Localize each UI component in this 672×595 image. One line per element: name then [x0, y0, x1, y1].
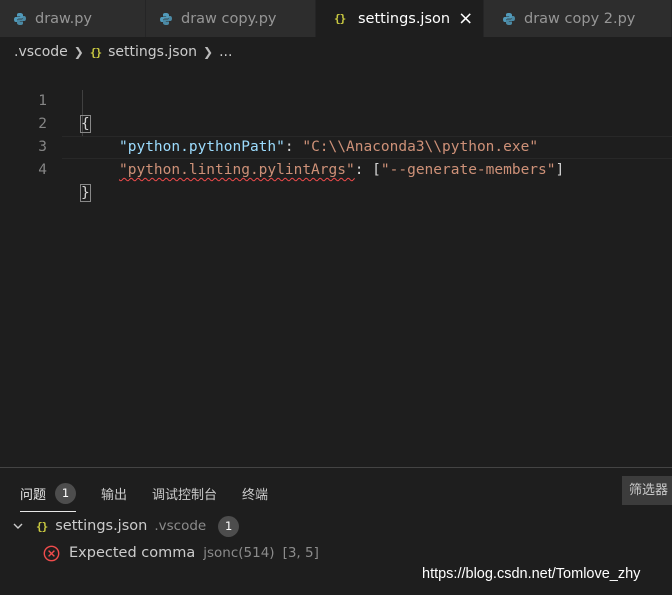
vscode-window: draw.py draw copy.py {} settings.json × — [0, 0, 672, 595]
tab-settings-json[interactable]: {} settings.json × — [316, 0, 484, 37]
problem-location: [3, 5] — [282, 545, 319, 561]
group-folder-name: .vscode — [154, 518, 207, 534]
filter-input[interactable]: 筛选器 — [622, 476, 672, 505]
code-line: 1 { — [0, 67, 672, 133]
json-icon: {} — [36, 519, 48, 533]
watermark-text: https://blog.csdn.net/Tomlove_zhy — [422, 566, 641, 582]
problem-count-badge: 1 — [55, 482, 77, 504]
python-icon — [13, 12, 27, 26]
panel-tab-bar: 问题 1 输出 调试控制台 终端 — [20, 478, 293, 512]
tab-label: draw copy 2.py — [524, 10, 636, 27]
code-text: } — [80, 182, 91, 205]
close-brace: } — [80, 184, 91, 202]
tab-draw-copy-2-py[interactable]: draw copy 2.py — [484, 0, 672, 37]
chevron-right-icon: ❯ — [73, 45, 84, 59]
tab-problems[interactable]: 问题 1 — [20, 478, 77, 512]
code-editor[interactable]: 1 { 2 "python.pythonPath": "C:\\Anaconda… — [0, 67, 672, 467]
tab-label: draw.py — [35, 10, 92, 27]
line-number: 4 — [38, 162, 47, 178]
tab-label: 调试控制台 — [152, 487, 218, 503]
breadcrumb-file[interactable]: settings.json — [108, 44, 197, 60]
problem-source: jsonc(514) — [203, 545, 275, 561]
problem-message: Expected comma — [69, 545, 196, 561]
close-icon[interactable]: × — [458, 9, 473, 28]
tab-terminal[interactable]: 终端 — [242, 478, 268, 508]
code-text: "python.linting.pylintArgs": ["--generat… — [119, 159, 564, 182]
chevron-right-icon: ❯ — [203, 45, 214, 59]
python-icon — [502, 12, 516, 26]
tab-draw-copy-py[interactable]: draw copy.py — [146, 0, 316, 37]
tab-output[interactable]: 输出 — [101, 478, 127, 508]
group-count-badge: 1 — [218, 515, 240, 537]
problem-item[interactable]: Expected comma jsonc(514) [3, 5] — [43, 541, 319, 565]
code-line: 2 "python.pythonPath": "C:\\Anaconda3\\p… — [0, 90, 672, 155]
tab-label: 终端 — [242, 487, 269, 503]
editor-tab-bar: draw.py draw copy.py {} settings.json × — [0, 0, 672, 37]
chevron-down-icon — [12, 520, 26, 532]
problem-file-group[interactable]: {} settings.json .vscode 1 — [12, 514, 240, 538]
tab-draw-py[interactable]: draw.py — [0, 0, 146, 37]
tab-label: 输出 — [101, 487, 128, 503]
breadcrumb-folder[interactable]: .vscode — [14, 44, 68, 60]
json-colon: : — [354, 162, 373, 178]
error-icon — [43, 545, 60, 562]
json-key-error: "python.linting.pylintArgs" — [119, 162, 355, 178]
code-line: 3 "python.linting.pylintArgs": ["--gener… — [0, 113, 672, 178]
python-icon — [159, 12, 173, 26]
breadcrumb-more[interactable]: ... — [219, 44, 232, 60]
close-bracket: ] — [555, 162, 565, 178]
json-icon: {} — [334, 12, 346, 25]
group-file-name: settings.json — [55, 518, 148, 534]
tab-label: draw copy.py — [181, 10, 277, 27]
tab-label: settings.json — [358, 10, 451, 27]
tab-debug-console[interactable]: 调试控制台 — [152, 478, 217, 508]
json-string: "--generate-members" — [380, 162, 556, 178]
breadcrumb: .vscode ❯ {} settings.json ❯ ... — [0, 37, 232, 67]
code-line: 4 } — [0, 136, 672, 202]
open-bracket: [ — [372, 162, 381, 178]
tab-label: 问题 — [20, 487, 47, 503]
json-icon: {} — [89, 45, 102, 59]
